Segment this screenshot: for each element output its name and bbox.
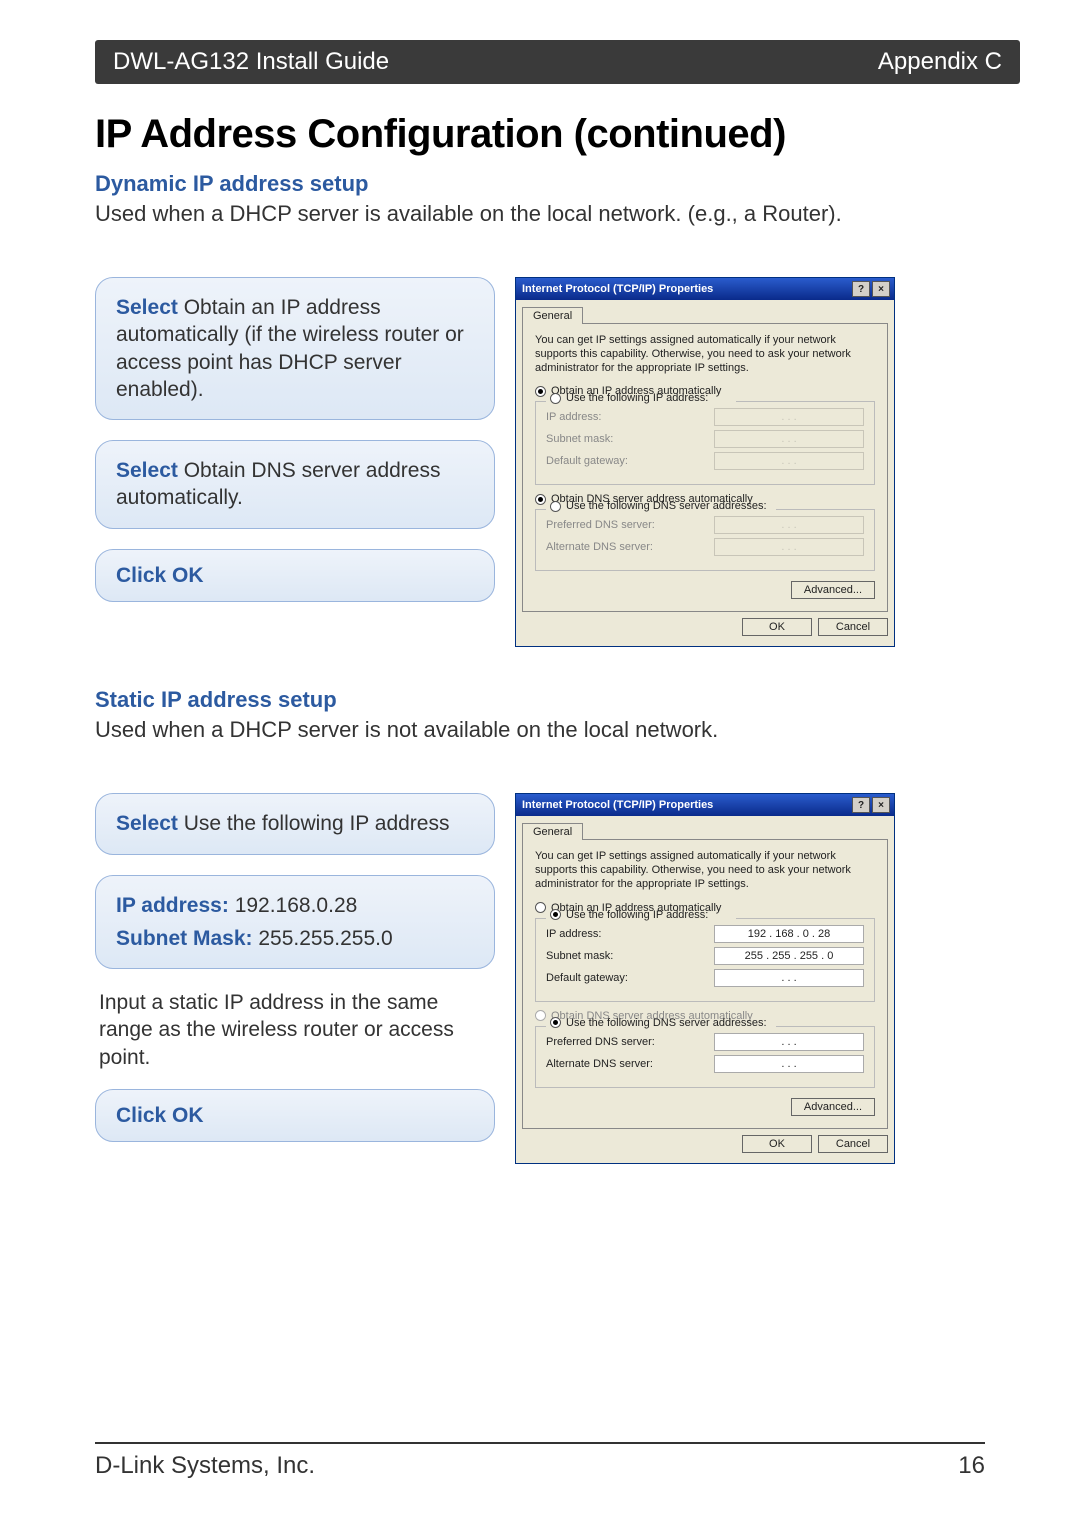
pref-dns-input-2[interactable]: . . . xyxy=(714,1033,864,1051)
radio-obtain-dns[interactable] xyxy=(535,494,546,505)
cancel-button-2[interactable]: Cancel xyxy=(818,1135,888,1153)
radio-obtain-ip[interactable] xyxy=(535,386,546,397)
ip-address-input: . . . xyxy=(714,408,864,426)
callout-use-ip: Select Use the following IP address xyxy=(95,793,495,854)
radio-use-dns-2[interactable] xyxy=(550,1017,561,1028)
static-note: Input a static IP address in the same ra… xyxy=(95,989,495,1089)
gateway-input-2[interactable]: . . . xyxy=(714,969,864,987)
callout-obtain-ip: Select Obtain an IP address automaticall… xyxy=(95,277,495,420)
advanced-button-2[interactable]: Advanced... xyxy=(791,1098,875,1116)
help-icon[interactable]: ? xyxy=(852,797,870,813)
alt-dns-input-2[interactable]: . . . xyxy=(714,1055,864,1073)
ok-button[interactable]: OK xyxy=(742,618,812,636)
radio-obtain-dns-2 xyxy=(535,1010,546,1021)
callout-obtain-dns: Select Obtain DNS server address automat… xyxy=(95,440,495,529)
close-icon[interactable]: × xyxy=(872,281,890,297)
dynamic-desc: Used when a DHCP server is available on … xyxy=(95,201,1020,227)
advanced-button[interactable]: Advanced... xyxy=(791,581,875,599)
header-left: DWL-AG132 Install Guide xyxy=(113,48,389,76)
close-icon[interactable]: × xyxy=(872,797,890,813)
footer-company: D-Link Systems, Inc. xyxy=(95,1452,315,1480)
subnet-mask-input: . . . xyxy=(714,430,864,448)
radio-use-dns[interactable] xyxy=(550,501,561,512)
callout-ip-values: IP address: 192.168.0.28 Subnet Mask: 25… xyxy=(95,875,495,970)
radio-obtain-ip-2[interactable] xyxy=(535,902,546,913)
ip-address-input-2[interactable]: 192 . 168 . 0 . 28 xyxy=(714,925,864,943)
help-icon[interactable]: ? xyxy=(852,281,870,297)
tcpip-dialog-dynamic: Internet Protocol (TCP/IP) Properties ? … xyxy=(515,277,895,647)
header-bar: DWL-AG132 Install Guide Appendix C xyxy=(95,40,1020,84)
radio-use-ip[interactable] xyxy=(550,393,561,404)
tab-general[interactable]: General xyxy=(522,307,583,324)
pref-dns-input: . . . xyxy=(714,516,864,534)
callout-click-ok-2: Click OK xyxy=(95,1089,495,1142)
footer-page: 16 xyxy=(958,1452,985,1480)
dialog-info: You can get IP settings assigned automat… xyxy=(535,334,875,375)
tab-general-2[interactable]: General xyxy=(522,823,583,840)
ok-button-2[interactable]: OK xyxy=(742,1135,812,1153)
footer: D-Link Systems, Inc. 16 xyxy=(95,1442,985,1480)
static-desc: Used when a DHCP server is not available… xyxy=(95,717,1020,743)
static-heading: Static IP address setup xyxy=(95,687,1020,713)
dynamic-heading: Dynamic IP address setup xyxy=(95,171,1020,197)
cancel-button[interactable]: Cancel xyxy=(818,618,888,636)
callout-click-ok-1: Click OK xyxy=(95,549,495,602)
header-right: Appendix C xyxy=(878,48,1002,76)
page-title: IP Address Configuration (continued) xyxy=(95,112,1020,157)
radio-use-ip-2[interactable] xyxy=(550,909,561,920)
dialog-info-2: You can get IP settings assigned automat… xyxy=(535,850,875,891)
subnet-mask-input-2[interactable]: 255 . 255 . 255 . 0 xyxy=(714,947,864,965)
alt-dns-input: . . . xyxy=(714,538,864,556)
tcpip-dialog-static: Internet Protocol (TCP/IP) Properties ? … xyxy=(515,793,895,1163)
dialog-title: Internet Protocol (TCP/IP) Properties xyxy=(522,283,713,295)
dialog-title-2: Internet Protocol (TCP/IP) Properties xyxy=(522,799,713,811)
gateway-input: . . . xyxy=(714,452,864,470)
